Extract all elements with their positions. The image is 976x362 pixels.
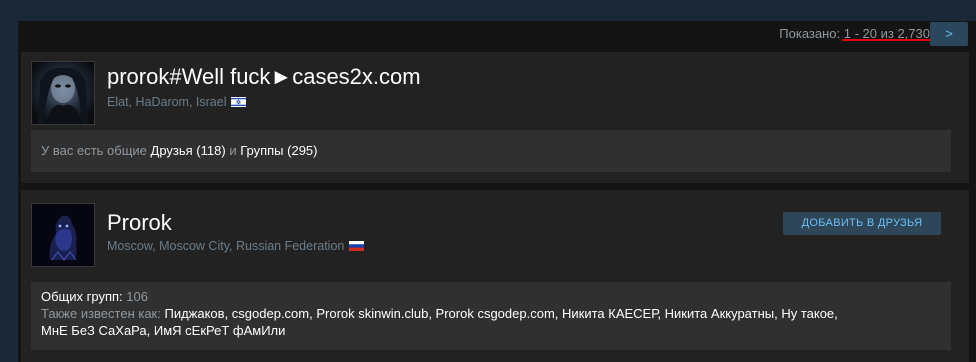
search-result-card: prorok#Well fuck►cases2x.com Elat, HaDar… bbox=[21, 52, 969, 183]
aka-label: Также известен как: bbox=[41, 306, 161, 321]
common-prefix: У вас есть общие bbox=[41, 143, 147, 158]
location-text: Moscow, Moscow City, Russian Federation bbox=[107, 239, 345, 253]
common-friends-link[interactable]: Друзья (118) bbox=[151, 143, 226, 158]
russia-flag-icon bbox=[349, 241, 365, 251]
common-groups-value: 106 bbox=[126, 289, 148, 304]
persona-name[interactable]: prorok#Well fuck►cases2x.com bbox=[107, 64, 421, 90]
aka-names-continued: МнЕ БеЗ СаХаРа, ИмЯ сЕкРеТ фАмИли bbox=[41, 323, 286, 338]
paging-range: 1 - 20 из 2,730 bbox=[843, 26, 930, 41]
avatar[interactable] bbox=[31, 203, 95, 267]
location: Moscow, Moscow City, Russian Federation bbox=[107, 239, 365, 253]
add-friend-button[interactable]: ДОБАВИТЬ В ДРУЗЬЯ bbox=[783, 212, 941, 235]
israel-flag-icon bbox=[231, 97, 247, 107]
common-info: У вас есть общие Друзья (118) и Группы (… bbox=[31, 130, 951, 172]
aka-names: Пиджаков, csgodep.com, Prorok skinwin.cl… bbox=[164, 306, 838, 321]
profile-info: Общих групп: 106 Также известен как: Пид… bbox=[31, 282, 951, 350]
location: Elat, HaDarom, Israel bbox=[107, 95, 247, 109]
common-and: и bbox=[229, 143, 237, 158]
persona-name[interactable]: Prorok bbox=[107, 210, 172, 236]
next-page-button[interactable]: > bbox=[930, 22, 968, 46]
location-text: Elat, HaDarom, Israel bbox=[107, 95, 227, 109]
paging-info: Показано: 1 - 20 из 2,730 bbox=[779, 23, 930, 45]
common-groups-link[interactable]: Группы (295) bbox=[240, 143, 317, 158]
search-result-card: Prorok Moscow, Moscow City, Russian Fede… bbox=[21, 190, 969, 362]
common-groups-label: Общих групп: bbox=[41, 289, 123, 304]
paging-label: Показано: bbox=[779, 26, 841, 41]
top-bar bbox=[0, 0, 976, 21]
avatar[interactable] bbox=[31, 61, 95, 125]
